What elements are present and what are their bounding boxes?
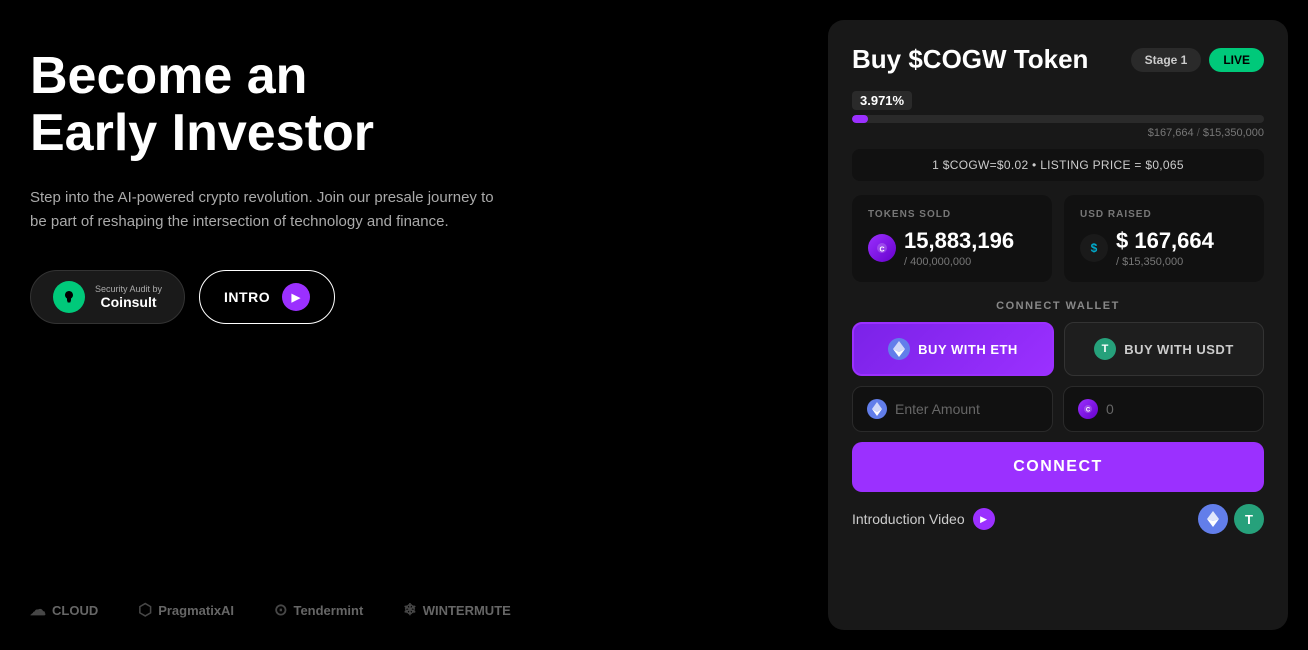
usdt-badge-icon: T (1234, 504, 1264, 534)
progress-section: 3.971% $167,664 / $15,350,000 (852, 91, 1264, 139)
play-icon: ▶ (282, 283, 310, 311)
buy-with-usdt-button[interactable]: T BUY WITH USDT (1064, 322, 1264, 376)
amount-inputs: C (852, 386, 1264, 432)
svg-text:C: C (1086, 408, 1091, 414)
token-amount-input-wrap: C (1063, 386, 1264, 432)
badge-row: Stage 1 LIVE (1131, 48, 1264, 72)
coinsult-audit-button[interactable]: Security Audit by Coinsult (30, 270, 185, 324)
buy-with-eth-button[interactable]: BUY WITH ETH (852, 322, 1054, 376)
usdt-icon: T (1094, 338, 1116, 360)
progress-amounts: $167,664 / $15,350,000 (852, 127, 1264, 139)
connect-wallet-label: CONNECT WALLET (852, 300, 1264, 312)
token-amount-icon: C (1078, 399, 1098, 419)
coinsult-text: Security Audit by Coinsult (95, 284, 162, 310)
partner-wintermute: ❄ WINTERMUTE (403, 600, 511, 620)
token-amount-input[interactable] (1106, 401, 1249, 417)
price-info-bar: 1 $COGW=$0.02 • LISTING PRICE = $0,065 (852, 149, 1264, 181)
stats-row: TOKENS SOLD C 15,883,196 / 400,000,000 U… (852, 195, 1264, 282)
progress-bar-fill (852, 115, 868, 123)
usd-icon: $ (1080, 234, 1108, 262)
buy-card-header: Buy $COGW Token Stage 1 LIVE (852, 44, 1264, 75)
crypto-icons: T (1198, 504, 1264, 534)
buy-card: Buy $COGW Token Stage 1 LIVE 3.971% $167… (828, 20, 1288, 630)
partner-tendermint: ⊙ Tendermint (274, 600, 363, 620)
partners-bar: ☁ CLOUD ⬡ PragmatixAI ⊙ Tendermint ❄ WIN… (30, 600, 788, 620)
live-badge: LIVE (1209, 48, 1264, 72)
tokens-sold-label: TOKENS SOLD (868, 209, 1036, 220)
stage-badge: Stage 1 (1131, 48, 1202, 72)
eth-icon (888, 338, 910, 360)
eth-amount-input-wrap (852, 386, 1053, 432)
eth-badge-icon (1198, 504, 1228, 534)
usd-raised-value: $ 167,664 (1116, 228, 1214, 254)
buy-usdt-label: BUY WITH USDT (1124, 342, 1234, 357)
eth-amount-icon (867, 399, 887, 419)
svg-text:C: C (879, 247, 884, 254)
tokens-sold-max: / 400,000,000 (904, 256, 1014, 268)
usd-raised-max: / $15,350,000 (1116, 256, 1214, 268)
coinsult-icon (53, 281, 85, 313)
buy-eth-label: BUY WITH ETH (918, 342, 1018, 357)
usd-raised-label: USD RAISED (1080, 209, 1248, 220)
progress-percent: 3.971% (852, 91, 912, 110)
connect-button[interactable]: CONNECT (852, 442, 1264, 492)
intro-video-label: Introduction Video (852, 511, 965, 527)
left-panel: Become an Early Investor Step into the A… (0, 0, 828, 650)
intro-label: INTRO (224, 289, 270, 305)
hero-subtitle: Step into the AI-powered crypto revoluti… (30, 186, 510, 234)
buy-title: Buy $COGW Token (852, 44, 1088, 75)
buy-buttons: BUY WITH ETH T BUY WITH USDT (852, 322, 1264, 376)
intro-play-icon: ▶ (973, 508, 995, 530)
partner-pragmatixai: ⬡ PragmatixAI (138, 600, 234, 620)
progress-bar-background (852, 115, 1264, 123)
tokens-sold-card: TOKENS SOLD C 15,883,196 / 400,000,000 (852, 195, 1052, 282)
intro-video-link[interactable]: Introduction Video ▶ (852, 508, 995, 530)
cogw-icon: C (868, 234, 896, 262)
partner-cloud: ☁ CLOUD (30, 600, 98, 620)
hero-title: Become an Early Investor (30, 48, 788, 162)
eth-amount-input[interactable] (895, 401, 1038, 417)
card-footer: Introduction Video ▶ T (852, 504, 1264, 534)
tokens-sold-value: 15,883,196 (904, 228, 1014, 254)
usd-raised-card: USD RAISED $ $ 167,664 / $15,350,000 (1064, 195, 1264, 282)
cta-buttons: Security Audit by Coinsult INTRO ▶ (30, 270, 788, 324)
intro-button[interactable]: INTRO ▶ (199, 270, 335, 324)
